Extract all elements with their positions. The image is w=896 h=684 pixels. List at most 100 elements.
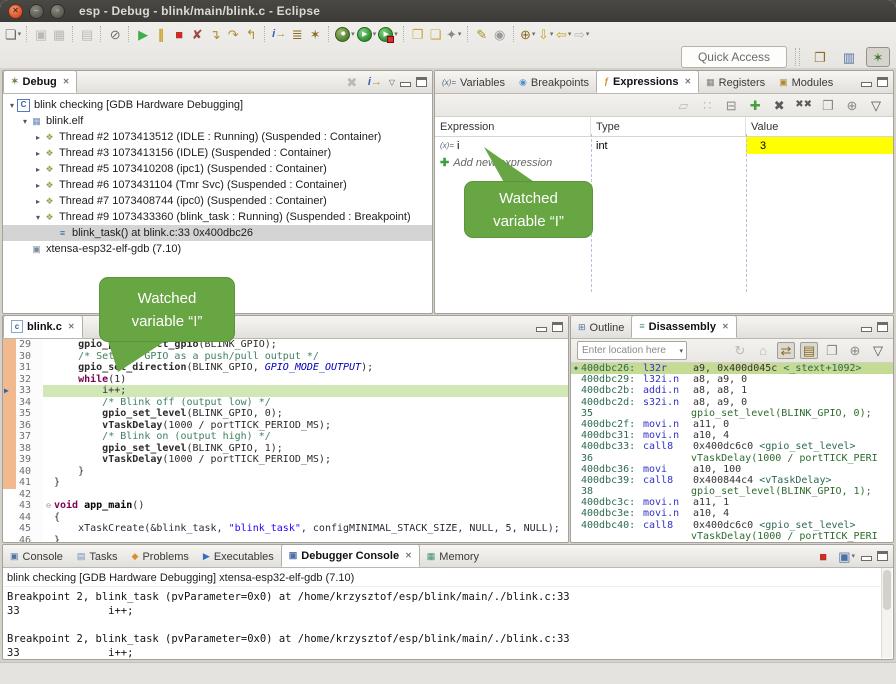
disassembly-row[interactable]: 400dbc33:call80x400dc6c0 <gpio_set_level… <box>571 441 893 452</box>
remove-all-expressions-button[interactable]: ✖✖ <box>794 95 813 115</box>
marker-bar[interactable]: ▶ <box>3 385 16 397</box>
new-project-button[interactable]: ❐ <box>409 24 427 44</box>
window-maximize-button[interactable]: ▫ <box>50 4 65 19</box>
annotations-button[interactable]: ◉ <box>491 24 509 44</box>
tree-expander-icon[interactable]: ▸ <box>33 181 43 190</box>
minimize-view-button[interactable] <box>861 323 872 332</box>
tree-row[interactable]: ▾▦blink.elf <box>3 113 432 129</box>
maximize-view-button[interactable] <box>416 77 427 87</box>
disassembly-row[interactable]: 400dbc36:movia10, 100 <box>571 464 893 475</box>
marker-bar[interactable] <box>3 351 16 363</box>
resume-button[interactable]: ▶ <box>134 24 152 44</box>
quick-access-button[interactable]: Quick Access <box>681 46 787 68</box>
tree-row[interactable]: ▸❖Thread #7 1073408744 (ipc0) (Suspended… <box>3 193 432 209</box>
tab-tasks[interactable]: ▤Tasks <box>70 546 125 567</box>
step-filters-button[interactable]: ✶ <box>306 24 324 44</box>
marker-bar[interactable] <box>3 500 16 512</box>
step-over-button[interactable]: ↷ <box>224 24 242 44</box>
close-tab-icon[interactable]: ✕ <box>405 551 412 560</box>
tab-breakpoints[interactable]: ◉Breakpoints <box>512 72 596 93</box>
marker-bar[interactable] <box>3 397 16 409</box>
marker-bar[interactable] <box>3 339 16 351</box>
marker-bar[interactable] <box>3 489 16 501</box>
open-project-button[interactable]: ❑ <box>427 24 445 44</box>
open-element-button[interactable]: ✦▾ <box>445 24 463 44</box>
maximize-editor-button[interactable] <box>552 322 563 332</box>
show-type-names-button[interactable]: ▱ <box>674 95 692 115</box>
tab-disassembly[interactable]: ≡Disassembly✕ <box>631 315 736 338</box>
tree-expander-icon[interactable]: ▾ <box>33 213 43 222</box>
disassembly-row[interactable]: 400dbc3e:movi.na10, 4 <box>571 508 893 519</box>
disassembly-row[interactable]: ◆400dbc26:l32ra9, 0x400d045c <_stext+109… <box>571 363 893 374</box>
external-tools-button[interactable]: ▶▾ <box>377 24 399 44</box>
step-into-button[interactable]: ↴ <box>206 24 224 44</box>
marker-bar[interactable] <box>3 512 16 524</box>
skip-breakpoints-button[interactable]: ⊘ <box>106 24 124 44</box>
pin-view-button[interactable]: ⊕ <box>846 341 864 361</box>
disassembly-row[interactable]: 400dbc3c:movi.na11, 1 <box>571 497 893 508</box>
fold-marker-icon[interactable]: ⊖ <box>43 500 54 512</box>
tab-memory[interactable]: ▦Memory <box>420 546 486 567</box>
tree-expander-icon[interactable]: ▸ <box>33 133 43 142</box>
remove-terminated-button[interactable]: ✖ <box>343 72 361 92</box>
view-menu-button[interactable]: ▽ <box>867 95 885 115</box>
disassembly-row[interactable]: 400dbc2b:addi.na8, a8, 1 <box>571 385 893 396</box>
pin-editor-button[interactable]: ⊕▾ <box>519 24 537 44</box>
tree-expander-icon[interactable]: ▸ <box>33 165 43 174</box>
tab-blink-c[interactable]: cblink.c✕ <box>3 315 83 338</box>
console-scrollbar[interactable] <box>881 568 892 658</box>
step-return-button[interactable]: ↰ <box>242 24 260 44</box>
new-view-button[interactable]: ❐ <box>819 95 837 115</box>
tree-row[interactable]: ▸❖Thread #5 1073410208 (ipc1) (Suspended… <box>3 161 432 177</box>
disassembly-listing[interactable]: ◆400dbc26:l32ra9, 0x400d045c <_stext+109… <box>571 363 893 542</box>
disassembly-row[interactable]: 400dbc2f:movi.na11, 0 <box>571 419 893 430</box>
tree-row[interactable]: ▸❖Thread #6 1073431104 (Tmr Svc) (Suspen… <box>3 177 432 193</box>
remove-expression-button[interactable]: ✖ <box>770 95 788 115</box>
marker-bar[interactable] <box>3 535 16 544</box>
marker-bar[interactable] <box>3 454 16 466</box>
open-perspective-button[interactable]: ❐ <box>808 47 832 67</box>
back-button[interactable]: ⇦▾ <box>555 24 573 44</box>
location-combo[interactable]: Enter location here ▾ <box>577 341 687 360</box>
maximize-view-button[interactable] <box>877 551 888 561</box>
marker-bar[interactable] <box>3 523 16 535</box>
sync-selection-button[interactable]: ⇄ <box>777 342 795 359</box>
column-value[interactable]: Value <box>746 117 893 136</box>
maximize-view-button[interactable] <box>877 322 888 332</box>
scrollbar-thumb[interactable] <box>883 570 891 610</box>
tree-expander-icon[interactable]: ▾ <box>7 101 17 110</box>
marker-bar[interactable] <box>3 420 16 432</box>
show-source-button[interactable]: ▤ <box>800 342 818 359</box>
marker-bar[interactable] <box>3 408 16 420</box>
terminate-button[interactable]: ■ <box>170 24 188 44</box>
tab-modules[interactable]: ▣Modules <box>772 72 840 93</box>
disassembly-row[interactable]: vTaskDelay(1000 / portTICK_PERI <box>571 531 893 542</box>
terminate-console-button[interactable]: ■ <box>814 546 832 566</box>
tree-expander-icon[interactable]: ▾ <box>20 117 30 126</box>
pin-view-button[interactable]: ⊕ <box>843 95 861 115</box>
close-tab-icon[interactable]: ✕ <box>684 77 691 86</box>
marker-bar[interactable] <box>3 374 16 386</box>
chevron-down-icon[interactable]: ▾ <box>676 347 686 355</box>
build-button[interactable]: ▤ <box>78 24 96 44</box>
disassembly-row[interactable]: 36vTaskDelay(1000 / portTICK_PERI <box>571 453 893 464</box>
new-view-button[interactable]: ❐ <box>823 341 841 361</box>
column-expression[interactable]: Expression <box>435 117 591 136</box>
tree-expander-icon[interactable]: ▸ <box>33 149 43 158</box>
column-type[interactable]: Type <box>591 117 746 136</box>
show-logical-structure-button[interactable]: ≣ <box>288 24 306 44</box>
disassembly-row[interactable]: 35gpio_set_level(BLINK_GPIO, 0); <box>571 408 893 419</box>
close-tab-icon[interactable]: ✕ <box>68 322 75 331</box>
tree-row[interactable]: ▸❖Thread #2 1073413512 (IDLE : Running) … <box>3 129 432 145</box>
tab-outline[interactable]: ⊞Outline <box>571 317 631 338</box>
tab-registers[interactable]: ▦Registers <box>699 72 772 93</box>
maximize-view-button[interactable] <box>877 77 888 87</box>
show-logical-structures-button[interactable]: ∷ <box>698 95 716 115</box>
add-expression-button[interactable]: ✚ <box>746 95 764 115</box>
suspend-button[interactable]: ∥ <box>152 24 170 44</box>
tab-debugger-console[interactable]: ▣Debugger Console✕ <box>281 544 420 567</box>
view-menu-button[interactable]: ▽ <box>869 341 887 361</box>
marker-bar[interactable] <box>3 443 16 455</box>
debug-button[interactable]: ✹▾ <box>334 24 356 44</box>
collapse-all-button[interactable]: ⊟ <box>722 95 740 115</box>
